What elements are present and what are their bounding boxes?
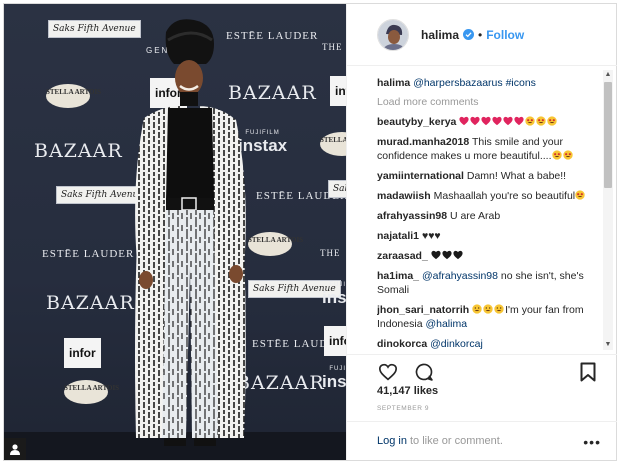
comment-username[interactable]: dinokorca <box>377 338 427 350</box>
bookmark-icon <box>580 362 596 381</box>
the-logo: THE <box>322 42 343 52</box>
comment-username[interactable]: murad.manha2018 <box>377 136 469 148</box>
comment-mention[interactable]: @halima <box>425 318 467 330</box>
comment-username[interactable]: madawiish <box>377 190 431 202</box>
post-photo[interactable]: Saks Fifth Avenue GENESIS ESTĒE LAUDER T… <box>4 4 346 460</box>
login-prompt-text: to like or comment. <box>409 434 503 447</box>
caption-username[interactable]: halima <box>377 77 410 89</box>
comment-username[interactable]: zaraasad_ <box>377 250 428 262</box>
caption-mention[interactable]: @harpersbazaarus <box>413 77 502 89</box>
comment-row: murad.manha2018 This smile and your conf… <box>377 135 599 163</box>
caption-hashtag[interactable]: #icons <box>506 77 536 89</box>
infor-logo-2: infor <box>64 338 101 368</box>
avatar-image <box>378 19 408 50</box>
red-heart-emoji-icon <box>459 116 469 126</box>
comment-username[interactable]: yamiinternational <box>377 170 464 182</box>
user-tag-button[interactable] <box>4 438 26 460</box>
instax-logo-2: FUJIFILM instax <box>322 282 346 308</box>
header-separator: • <box>478 27 483 42</box>
scrollbar-thumb[interactable] <box>604 82 612 188</box>
star-struck-emoji-icon <box>536 116 546 126</box>
save-button[interactable] <box>577 361 599 383</box>
black-heart-emoji-icon <box>442 250 452 260</box>
star-struck-emoji-icon <box>547 116 557 126</box>
comment-username[interactable]: afrahyassin98 <box>377 210 447 222</box>
like-count[interactable]: 41,147 likes <box>377 385 438 397</box>
instagram-post: Saks Fifth Avenue GENESIS ESTĒE LAUDER T… <box>3 3 617 461</box>
comment-row: jhon_sari_natorrih I'm your fan from Ind… <box>377 303 599 331</box>
post-header: halima • Follow <box>347 4 617 66</box>
header-username[interactable]: halima <box>421 28 459 42</box>
black-heart-emoji-icon <box>431 250 441 260</box>
scroll-down-arrow-icon[interactable]: ▼ <box>604 341 612 349</box>
red-heart-emoji-icon <box>492 116 502 126</box>
red-heart-emoji-icon <box>470 116 480 126</box>
comment-icon <box>415 363 433 381</box>
estee-lauder-logo-3: ESTĒE LAUDER <box>42 248 135 260</box>
comment-mention[interactable]: @dinkorcaj <box>430 338 483 350</box>
follow-button[interactable]: Follow <box>486 28 524 42</box>
stella-artois-logo-3: STELLA ARTOIS <box>64 380 119 404</box>
load-more-comments-button[interactable]: Load more comments <box>377 96 599 108</box>
like-button[interactable] <box>377 361 399 383</box>
black-heart-emoji-icon <box>453 250 463 260</box>
grinning-face-emoji-icon <box>483 304 493 314</box>
grinning-face-emoji-icon <box>472 304 482 314</box>
red-heart-emoji-icon <box>514 116 524 126</box>
infor-logo-3: infor <box>324 326 346 356</box>
caption: halima @harpersbazaarus #icons <box>377 76 599 90</box>
instax-label-3: instax <box>322 372 346 391</box>
post-sidebar: halima • Follow halima @harpersbazaarus … <box>346 4 617 460</box>
comment-row: yamiinternational Damn! What a babe!! <box>377 169 599 183</box>
star-struck-emoji-icon <box>551 150 562 160</box>
comment-text: U are Arab <box>449 210 501 222</box>
comment-text: Damn! What a babe!! <box>466 170 567 182</box>
saks-logo-right: Saks Fifth Avenue <box>328 180 346 198</box>
heart-icon <box>378 363 398 380</box>
comment-mention[interactable]: @afrahyassin98 <box>422 270 498 282</box>
stella-artois-logo: STELLA ARTOIS <box>46 84 101 108</box>
login-link[interactable]: Log in <box>377 435 407 447</box>
comment-username[interactable]: beautyby_kerya <box>377 116 456 128</box>
instax-logo-3: FUJIFILM instax <box>322 366 346 392</box>
infor-logo-right: infor <box>330 76 346 106</box>
avatar[interactable] <box>377 18 409 51</box>
red-heart-emoji-icon <box>503 116 513 126</box>
comment-text: Mashaallah you're so beautiful <box>433 190 576 202</box>
comment-text: ♥♥♥ <box>421 230 441 242</box>
post-date[interactable]: SEPTEMBER 9 <box>377 405 429 412</box>
comment-row: ha1ima_ @afrahyassin98 no she isn't, she… <box>377 269 599 297</box>
instax-label-2: instax <box>322 288 346 307</box>
star-struck-emoji-icon <box>562 150 573 160</box>
comment-username[interactable]: ha1ima_ <box>377 270 419 282</box>
verified-badge-icon <box>463 29 475 40</box>
more-options-button[interactable]: ••• <box>583 434 601 450</box>
action-bar <box>347 354 617 388</box>
the-logo-2: THE <box>320 248 341 258</box>
star-struck-emoji-icon <box>575 190 585 200</box>
comment-button[interactable] <box>413 361 435 383</box>
red-heart-emoji-icon <box>481 116 491 126</box>
comment-row: madawiish Mashaallah you're so beautiful <box>377 189 599 203</box>
comment-row: beautyby_kerya <box>377 115 599 129</box>
scroll-up-arrow-icon[interactable]: ▲ <box>604 71 612 79</box>
comment-rows: beautyby_kerya murad.manha2018 This smil… <box>377 115 599 351</box>
comment-row: afrahyassin98 U are Arab <box>377 209 599 223</box>
user-tag-icon <box>10 444 20 455</box>
comment-row: najatali1 ♥♥♥ <box>377 229 599 243</box>
person-figure <box>135 19 246 446</box>
login-prompt: Log in to like or comment. ••• <box>347 421 617 459</box>
comment-username[interactable]: najatali1 <box>377 230 419 242</box>
comment-row: zaraasad_ <box>377 249 599 263</box>
star-struck-emoji-icon <box>525 116 535 126</box>
harpers-bazaar-logo-left: BAZAAR <box>34 140 123 162</box>
comment-row: dinokorca @dinkorcaj <box>377 337 599 351</box>
comments-list: halima @harpersbazaarus #icons Load more… <box>377 76 599 356</box>
grinning-face-emoji-icon <box>494 304 504 314</box>
comments-scrollbar[interactable]: ▲ ▼ <box>603 70 613 350</box>
comment-username[interactable]: jhon_sari_natorrih <box>377 304 469 316</box>
